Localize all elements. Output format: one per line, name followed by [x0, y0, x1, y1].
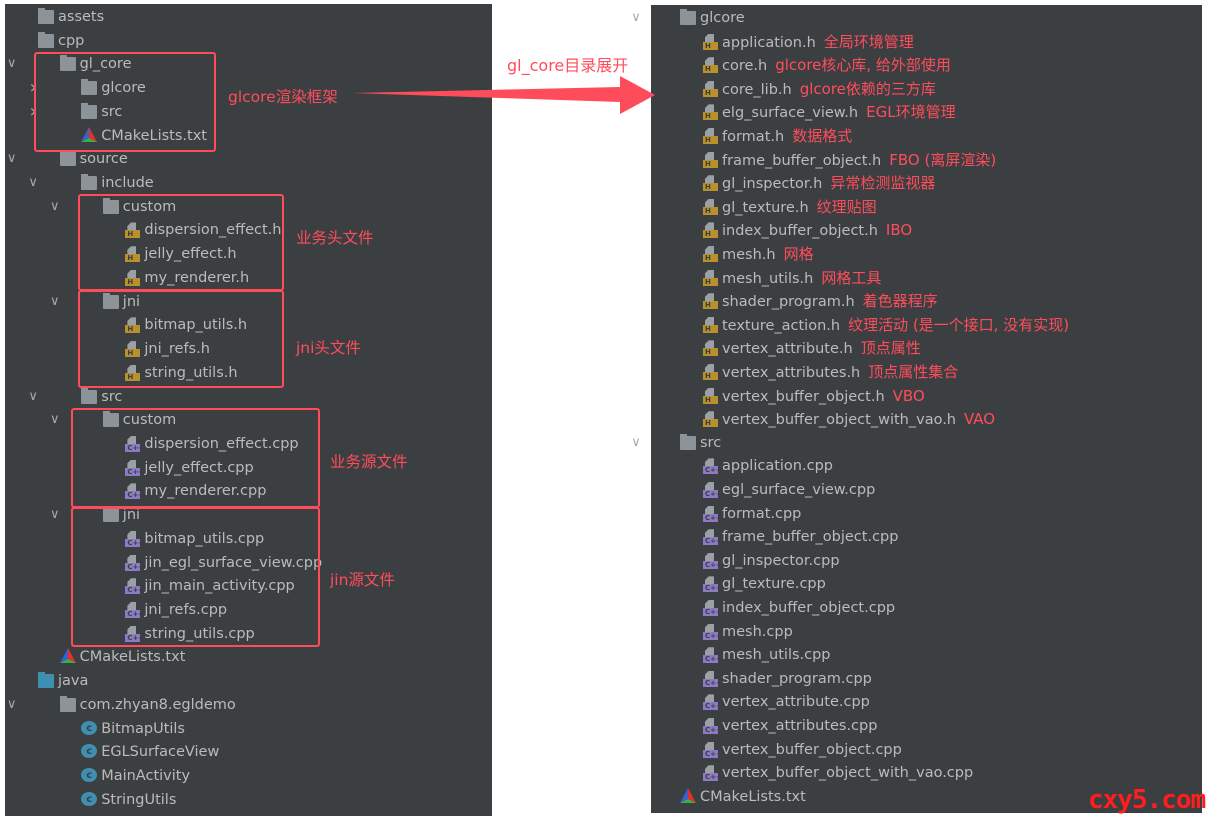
expand-arrow — [352, 76, 655, 114]
arrow-shape — [352, 76, 655, 114]
watermark: cxy5.com — [1088, 785, 1206, 815]
arrow-label: gl_core目录展开 — [507, 56, 629, 75]
